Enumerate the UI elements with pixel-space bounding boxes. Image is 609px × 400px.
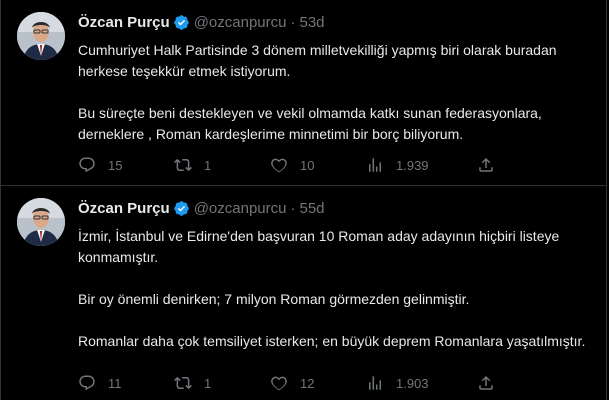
tweet-text: İzmir, İstanbul ve Edirne'den başvuran 1… [78, 226, 590, 352]
timeline: Özcan Purçu @ozcanpurcu · 53d Cumhuriyet… [0, 0, 607, 400]
retweet-count: 1 [204, 375, 212, 391]
like-count: 10 [300, 157, 315, 173]
tweet-paragraph: Romanlar daha çok temsiliyet isterken; e… [78, 333, 586, 349]
tweet-paragraph: İzmir, İstanbul ve Edirne'den başvuran 1… [78, 228, 560, 265]
share-button[interactable] [477, 373, 495, 393]
views-button[interactable]: 1.939 [366, 155, 429, 175]
retweet-button[interactable]: 1 [174, 155, 211, 175]
author-name[interactable]: Özcan Purçu [78, 200, 170, 217]
tweet-timestamp[interactable]: 55d [299, 200, 324, 217]
author-handle[interactable]: @ozcanpurcu [194, 200, 287, 217]
views-chart-icon [366, 374, 384, 392]
views-count: 1.903 [396, 375, 429, 391]
like-button[interactable]: 12 [270, 373, 314, 393]
tweet-timestamp[interactable]: 53d [299, 14, 324, 31]
separator-dot: · [290, 199, 296, 217]
reply-count: 11 [108, 375, 122, 391]
author-handle[interactable]: @ozcanpurcu [194, 14, 287, 31]
author-name[interactable]: Özcan Purçu [78, 14, 170, 31]
views-chart-icon [366, 156, 384, 174]
tweet-header: Özcan Purçu @ozcanpurcu · 53d [78, 12, 325, 32]
tweet-actions: 11 1 12 1.903 [78, 373, 590, 393]
heart-icon [270, 374, 288, 392]
tweet-actions: 15 1 10 1.939 [78, 155, 590, 175]
retweet-icon [174, 374, 192, 392]
tweet-header: Özcan Purçu @ozcanpurcu · 55d [78, 198, 325, 218]
reply-count: 15 [108, 157, 123, 173]
verified-badge-icon [173, 14, 190, 31]
retweet-count: 1 [204, 157, 212, 173]
tweet[interactable]: Özcan Purçu @ozcanpurcu · 55d İzmir, İst… [1, 186, 606, 400]
tweet-paragraph: Cumhuriyet Halk Partisinde 3 dönem mille… [78, 42, 557, 79]
reply-icon [78, 374, 96, 392]
tweet-paragraph: Bir oy önemli denirken; 7 milyon Roman g… [78, 291, 470, 307]
retweet-button[interactable]: 1 [174, 373, 211, 393]
reply-button[interactable]: 15 [78, 155, 122, 175]
tweet-text: Cumhuriyet Halk Partisinde 3 dönem mille… [78, 40, 590, 145]
separator-dot: · [290, 13, 296, 31]
heart-icon [270, 156, 288, 174]
share-icon [477, 374, 495, 392]
retweet-icon [174, 156, 192, 174]
share-button[interactable] [477, 155, 495, 175]
tweet[interactable]: Özcan Purçu @ozcanpurcu · 53d Cumhuriyet… [1, 0, 606, 186]
reply-button[interactable]: 11 [78, 373, 122, 393]
tweet-paragraph: Bu süreçte beni destekleyen ve vekil olm… [78, 105, 542, 142]
like-count: 12 [300, 375, 315, 391]
avatar[interactable] [17, 198, 65, 246]
views-count: 1.939 [396, 157, 429, 173]
verified-badge-icon [173, 200, 190, 217]
reply-icon [78, 156, 96, 174]
like-button[interactable]: 10 [270, 155, 314, 175]
avatar[interactable] [17, 12, 65, 60]
share-icon [477, 156, 495, 174]
views-button[interactable]: 1.903 [366, 373, 429, 393]
